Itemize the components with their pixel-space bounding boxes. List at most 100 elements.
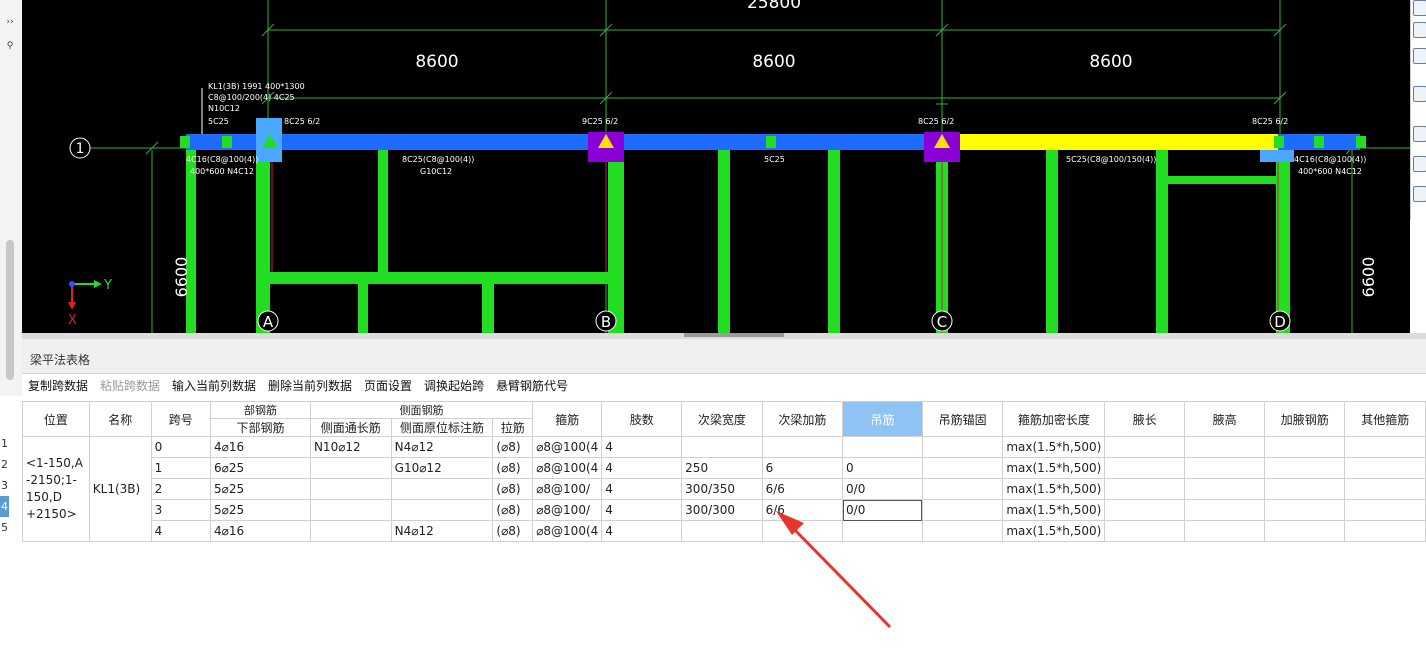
hanger-anchor-cell[interactable]: [921, 457, 1004, 479]
tool-button-icon[interactable]: [1413, 0, 1426, 16]
hanger-anchor-cell[interactable]: [921, 520, 1004, 542]
legs-cell[interactable]: 4: [601, 478, 683, 500]
side-long-cell[interactable]: [309, 499, 392, 521]
tool-button-icon[interactable]: [1413, 48, 1426, 64]
hanger-cell-active[interactable]: 0/0: [842, 499, 923, 521]
haunch-rebar-cell[interactable]: [1264, 436, 1346, 458]
hanger-cell[interactable]: [842, 436, 923, 458]
row-number[interactable]: 3: [0, 475, 9, 496]
sec-width-cell[interactable]: [681, 436, 763, 458]
bottom-rebar-cell[interactable]: 5⌀25: [209, 478, 311, 500]
hanger-anchor-cell[interactable]: [921, 436, 1004, 458]
side-orig-cell[interactable]: [390, 499, 494, 521]
legs-cell[interactable]: 4: [601, 436, 683, 458]
sec-add-cell[interactable]: [761, 520, 844, 542]
tie-cell[interactable]: (⌀8): [492, 457, 534, 479]
stirrup-dense-cell[interactable]: max(1.5*h,500): [1002, 457, 1106, 479]
header-haunch-h[interactable]: 腋高: [1184, 401, 1266, 437]
other-stirrup-cell[interactable]: [1344, 478, 1426, 500]
haunch-len-cell[interactable]: [1104, 478, 1186, 500]
haunch-len-cell[interactable]: [1104, 499, 1186, 521]
hanger-anchor-cell[interactable]: [921, 499, 1004, 521]
sec-add-cell[interactable]: [761, 436, 844, 458]
name-cell[interactable]: KL1(3B): [88, 436, 152, 542]
cantilever-code-button[interactable]: 悬臂钢筋代号: [496, 377, 568, 394]
stirrup-cell[interactable]: ⌀8@100(4: [532, 457, 603, 479]
haunch-len-cell[interactable]: [1104, 520, 1186, 542]
hanger-cell[interactable]: [842, 520, 923, 542]
position-cell[interactable]: <1-150,A -2150;1- 150,D +2150>: [22, 436, 90, 542]
table-row[interactable]: 3 5⌀25 (⌀8) ⌀8@100/ 4 300/300 6/6 0/0 ma…: [23, 499, 1426, 521]
legs-cell[interactable]: 4: [601, 457, 683, 479]
search-icon[interactable]: ⚲: [2, 38, 18, 54]
legs-cell[interactable]: 4: [601, 499, 683, 521]
stirrup-cell[interactable]: ⌀8@100/: [532, 499, 603, 521]
haunch-h-cell[interactable]: [1184, 457, 1266, 479]
header-haunch-len[interactable]: 腋长: [1104, 401, 1186, 437]
table-row[interactable]: <1-150,A -2150;1- 150,D +2150> KL1(3B) 0…: [22, 436, 1426, 542]
header-hanger-anchor[interactable]: 吊筋锚固: [921, 401, 1004, 437]
hanger-cell[interactable]: 0: [842, 457, 923, 479]
haunch-len-cell[interactable]: [1104, 457, 1186, 479]
span-cell[interactable]: 1: [150, 457, 211, 479]
expand-icon[interactable]: ››: [2, 14, 18, 30]
hanger-cell[interactable]: 0/0: [842, 478, 923, 500]
sec-add-cell[interactable]: 6/6: [761, 478, 844, 500]
row-number-selected[interactable]: 4: [0, 496, 9, 517]
header-sec-width[interactable]: 次梁宽度: [681, 401, 763, 437]
haunch-rebar-cell[interactable]: [1264, 499, 1346, 521]
haunch-h-cell[interactable]: [1184, 436, 1266, 458]
stirrup-dense-cell[interactable]: max(1.5*h,500): [1002, 478, 1106, 500]
header-stirrup[interactable]: 箍筋: [532, 401, 603, 437]
tie-cell[interactable]: (⌀8): [492, 478, 534, 500]
header-position[interactable]: 位置: [22, 401, 90, 437]
header-other-stirrup[interactable]: 其他箍筋: [1344, 401, 1426, 437]
haunch-h-cell[interactable]: [1184, 520, 1266, 542]
table-row[interactable]: 4 4⌀16 N4⌀12 (⌀8) ⌀8@100(4 4 max(1.5*h,5…: [23, 520, 1426, 542]
tie-cell[interactable]: (⌀8): [492, 499, 534, 521]
tie-cell[interactable]: (⌀8): [492, 520, 534, 542]
haunch-len-cell[interactable]: [1104, 436, 1186, 458]
row-number[interactable]: 1: [0, 433, 9, 454]
span-cell[interactable]: 2: [150, 478, 211, 500]
bottom-rebar-cell[interactable]: 6⌀25: [209, 457, 311, 479]
swap-start-span-button[interactable]: 调换起始跨: [424, 377, 484, 394]
left-scrollbar[interactable]: [6, 240, 14, 380]
side-orig-cell[interactable]: N4⌀12: [390, 520, 494, 542]
legs-cell[interactable]: 4: [601, 520, 683, 542]
side-orig-cell[interactable]: G10⌀12: [390, 457, 494, 479]
bottom-rebar-cell[interactable]: 5⌀25: [209, 499, 311, 521]
tie-cell[interactable]: (⌀8): [492, 436, 534, 458]
sec-width-cell[interactable]: 250: [681, 457, 763, 479]
cad-viewport[interactable]: 25800 8600 8600 8600 1 A B C D 6600 6600…: [22, 0, 1410, 333]
other-stirrup-cell[interactable]: [1344, 499, 1426, 521]
span-cell[interactable]: 0: [150, 436, 211, 458]
tool-button-icon[interactable]: [1413, 156, 1426, 172]
side-long-cell[interactable]: [309, 457, 392, 479]
haunch-rebar-cell[interactable]: [1264, 478, 1346, 500]
header-hanger[interactable]: 吊筋: [842, 401, 923, 437]
input-column-button[interactable]: 输入当前列数据: [172, 377, 256, 394]
header-legs[interactable]: 肢数: [601, 401, 683, 437]
hanger-anchor-cell[interactable]: [921, 478, 1004, 500]
header-haunch-rebar[interactable]: 加腋钢筋: [1264, 401, 1346, 437]
other-stirrup-cell[interactable]: [1344, 457, 1426, 479]
table-row[interactable]: 1 6⌀25 G10⌀12 (⌀8) ⌀8@100(4 4 250 6 0 ma…: [23, 457, 1426, 479]
haunch-rebar-cell[interactable]: [1264, 520, 1346, 542]
sec-add-cell[interactable]: 6/6: [761, 499, 844, 521]
other-stirrup-cell[interactable]: [1344, 436, 1426, 458]
delete-column-button[interactable]: 删除当前列数据: [268, 377, 352, 394]
header-bottom-rebar[interactable]: 下部钢筋: [209, 418, 311, 437]
page-setup-button[interactable]: 页面设置: [364, 377, 412, 394]
stirrup-cell[interactable]: ⌀8@100(4: [532, 520, 603, 542]
stirrup-dense-cell[interactable]: max(1.5*h,500): [1002, 436, 1106, 458]
header-span[interactable]: 跨号: [150, 401, 211, 437]
header-side-orig[interactable]: 侧面原位标注筋: [390, 418, 494, 437]
header-stirrup-dense[interactable]: 箍筋加密长度: [1002, 401, 1106, 437]
span-cell[interactable]: 4: [150, 520, 211, 542]
stirrup-cell[interactable]: ⌀8@100/: [532, 478, 603, 500]
paste-span-button[interactable]: 粘贴跨数据: [100, 377, 160, 394]
tool-button-icon[interactable]: [1413, 86, 1426, 102]
stirrup-cell[interactable]: ⌀8@100(4: [532, 436, 603, 458]
span-cell[interactable]: 3: [150, 499, 211, 521]
